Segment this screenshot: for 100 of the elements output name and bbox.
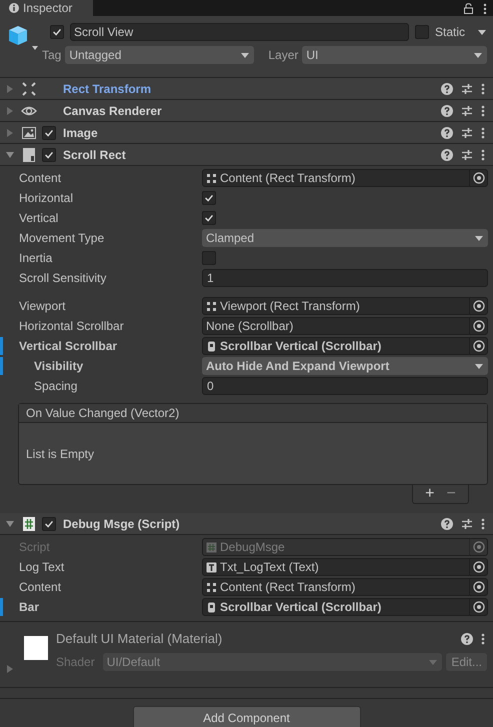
tab-title[interactable]: Inspector	[23, 1, 72, 15]
component-header[interactable]: Scroll Rect	[0, 144, 493, 166]
toggle-checkbox[interactable]	[202, 251, 216, 265]
info-icon	[9, 3, 19, 13]
component-header[interactable]: Image	[0, 122, 493, 144]
caret-icon	[474, 233, 484, 243]
toggle-checkbox[interactable]	[202, 211, 216, 225]
more-options-icon[interactable]	[481, 104, 485, 116]
static-label: Static	[434, 24, 465, 41]
settings-icon[interactable]	[461, 518, 473, 530]
number-field[interactable]: 0	[202, 377, 488, 395]
component-title: Canvas Renderer	[63, 102, 162, 120]
caret-icon	[240, 50, 250, 60]
property-label: Vertical Scrollbar	[18, 338, 118, 355]
number-field[interactable]: 1	[202, 269, 488, 287]
component-title: Scroll Rect	[63, 146, 126, 164]
object-picker-button[interactable]	[469, 579, 487, 595]
property-label: Viewport	[18, 298, 66, 315]
object-picker-button[interactable]	[469, 318, 487, 334]
property-label: Inertia	[18, 250, 54, 267]
material-preview	[24, 636, 48, 660]
help-icon[interactable]	[441, 104, 453, 116]
dropdown[interactable]: Clamped	[202, 229, 488, 247]
object-picker-button[interactable]	[469, 599, 487, 615]
empty-list-text: List is Empty	[26, 446, 94, 462]
override-bar	[0, 357, 3, 375]
component-title: Debug Msge (Script)	[63, 516, 180, 532]
override-bar	[0, 598, 3, 616]
collapse-triangle-icon[interactable]	[5, 150, 15, 160]
override-bar	[0, 337, 3, 355]
add-item-button[interactable]: +	[425, 486, 434, 502]
name-field[interactable]: Scroll View	[70, 23, 409, 41]
property-label: Horizontal	[18, 190, 74, 207]
caret-icon	[477, 27, 487, 37]
settings-icon[interactable]	[461, 82, 473, 94]
object-field[interactable]: None (Scrollbar)	[202, 317, 488, 335]
shader-label: Shader	[56, 654, 95, 671]
image-icon	[21, 124, 37, 140]
static-checkbox[interactable]	[414, 25, 429, 39]
help-icon[interactable]	[441, 518, 453, 530]
enabled-checkbox[interactable]	[42, 516, 56, 530]
move-handles-icon	[206, 172, 217, 184]
object-field[interactable]: Content (Rect Transform)	[202, 578, 488, 596]
help-icon[interactable]	[441, 126, 453, 138]
object-picker-button[interactable]	[469, 298, 487, 314]
object-field[interactable]: Scrollbar Vertical (Scrollbar)	[202, 337, 488, 355]
property-label: Spacing	[33, 378, 78, 395]
object-picker-button[interactable]	[469, 338, 487, 354]
lock-icon[interactable]	[464, 2, 473, 14]
property-label: Bar	[18, 599, 40, 616]
help-icon[interactable]	[441, 148, 453, 160]
tag-label: Tag	[42, 47, 62, 64]
add-component-button[interactable]: Add Component	[132, 706, 360, 727]
active-checkbox[interactable]	[50, 25, 64, 39]
caret-icon	[473, 50, 483, 60]
settings-icon[interactable]	[461, 126, 473, 138]
event-title: On Value Changed (Vector2)	[26, 405, 180, 422]
caret-icon	[428, 657, 438, 667]
property-label: Log Text	[18, 559, 66, 576]
collapse-triangle-icon[interactable]	[5, 518, 15, 528]
property-label: Movement Type	[18, 230, 106, 247]
inspector-tab[interactable]: Inspector	[0, 0, 93, 16]
help-icon[interactable]	[461, 633, 473, 645]
property-label: Content	[18, 579, 62, 596]
move-handles-icon	[21, 80, 37, 96]
scroll-rect-icon	[21, 146, 37, 162]
layer-dropdown[interactable]: UI	[302, 46, 487, 64]
material-title: Default UI Material (Material)	[56, 630, 222, 648]
help-icon[interactable]	[441, 82, 453, 94]
move-handles-icon	[206, 582, 217, 592]
object-field[interactable]: Scrollbar Vertical (Scrollbar)	[202, 598, 488, 616]
enabled-checkbox[interactable]	[42, 148, 56, 162]
more-options-icon[interactable]	[481, 518, 485, 530]
property-label: Visibility	[33, 358, 84, 375]
object-field[interactable]: Content (Rect Transform)	[202, 169, 488, 187]
tag-dropdown[interactable]: Untagged	[65, 46, 254, 64]
more-options-icon[interactable]	[481, 633, 485, 645]
settings-icon[interactable]	[461, 104, 473, 116]
move-handles-icon	[206, 300, 217, 312]
component-header[interactable]: Rect Transform	[0, 78, 493, 100]
dropdown[interactable]: Auto Hide And Expand Viewport	[202, 357, 488, 375]
component-header[interactable]: Canvas Renderer	[0, 100, 493, 122]
scrollbar-icon	[206, 602, 217, 612]
component-title: Image	[63, 124, 98, 142]
more-options-icon[interactable]	[483, 2, 487, 14]
object-field[interactable]: Txt_LogText (Text)	[202, 558, 488, 576]
toggle-checkbox[interactable]	[202, 191, 216, 205]
name-value: Scroll View	[74, 24, 134, 41]
more-options-icon[interactable]	[481, 82, 485, 94]
enabled-checkbox[interactable]	[42, 126, 56, 140]
object-picker-button[interactable]	[469, 559, 487, 575]
object-field[interactable]: Viewport (Rect Transform)	[202, 297, 488, 315]
settings-icon[interactable]	[461, 148, 473, 160]
property-label: Horizontal Scrollbar	[18, 318, 125, 335]
script-file-icon	[21, 516, 37, 532]
more-options-icon[interactable]	[481, 126, 485, 138]
more-options-icon[interactable]	[481, 148, 485, 160]
component-header[interactable]: Debug Msge (Script)	[0, 513, 493, 535]
layer-label: Layer	[268, 47, 298, 64]
object-picker-button[interactable]	[469, 170, 487, 186]
